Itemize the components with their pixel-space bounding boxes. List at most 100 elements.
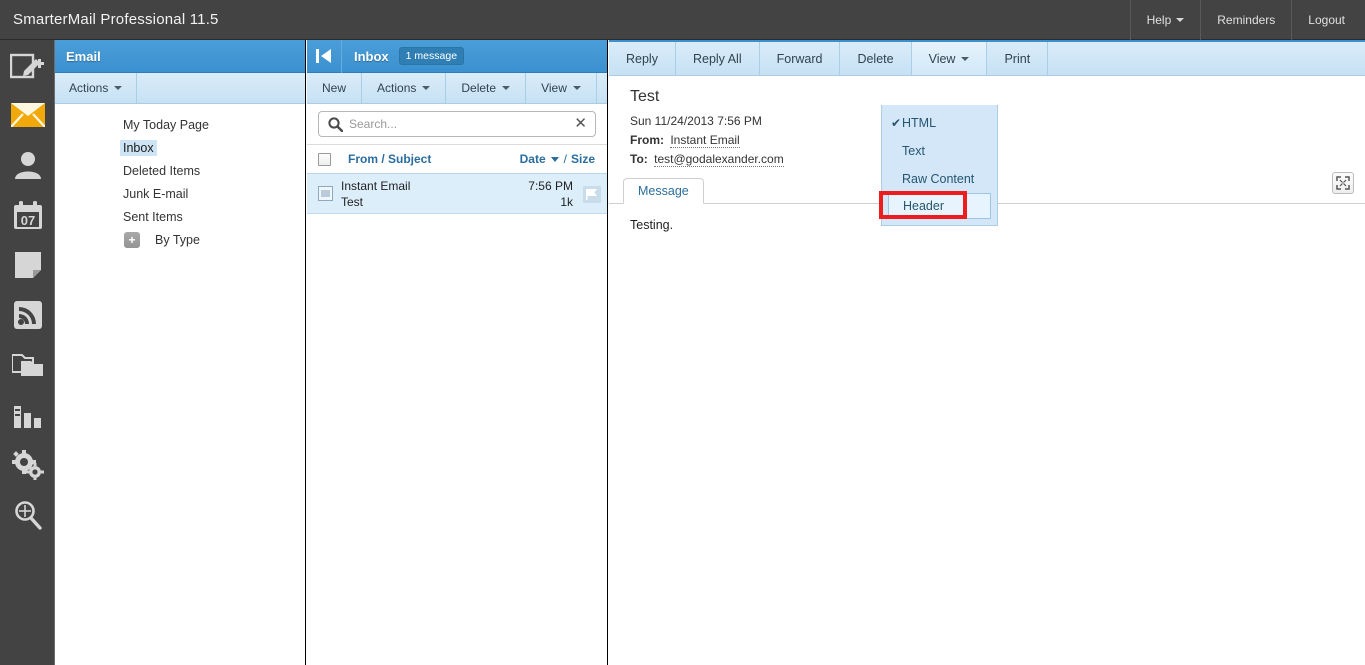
tab-message[interactable]: Message [623, 178, 704, 204]
view-menu-item-label: HTML [902, 116, 937, 130]
folder-item-by-type[interactable]: + By Type [55, 228, 305, 251]
folder-item-junk-email[interactable]: Junk E-mail [55, 182, 305, 205]
message-time: 7:56 PM [528, 179, 573, 193]
view-menu-item-text[interactable]: Text [882, 137, 997, 165]
rail-item-calendar[interactable]: 07 [0, 190, 55, 240]
delete-button[interactable]: Delete [840, 42, 912, 75]
checkmark-icon: ✔ [891, 116, 902, 130]
forward-button[interactable]: Forward [760, 42, 841, 75]
forward-button-label: Forward [776, 51, 823, 66]
view-menu-item-html[interactable]: ✔ HTML [882, 109, 997, 137]
rail-item-email[interactable] [0, 90, 55, 140]
to-label: To: [630, 152, 648, 166]
message-subject: Test [341, 195, 364, 209]
folder-item-label: By Type [155, 232, 200, 247]
search-icon [13, 500, 43, 530]
sort-descending-icon [550, 156, 559, 162]
search-icon [328, 117, 344, 137]
column-from-subject[interactable]: From / Subject [348, 152, 431, 166]
from-address[interactable]: Instant Email [670, 133, 740, 148]
select-all-checkbox[interactable] [318, 152, 331, 166]
settings-gear-icon [11, 450, 44, 480]
close-icon[interactable]: ✕ [574, 115, 587, 133]
view-menu-button[interactable]: View [911, 42, 988, 75]
rail-item-notes[interactable] [0, 240, 55, 290]
search-box[interactable]: ✕ [318, 111, 596, 137]
message-list-column-header: From / Subject Date / Size [307, 145, 607, 174]
collapse-panel-icon[interactable] [307, 39, 342, 73]
message-count-badge: 1 message [398, 47, 465, 65]
message-list-title-bar: Inbox 1 message [307, 39, 607, 73]
folder-item-label: My Today Page [123, 117, 209, 132]
app-header: SmarterMail Professional 11.5 Help Remin… [0, 0, 1365, 40]
chevron-down-icon [572, 86, 581, 90]
reply-all-button[interactable]: Reply All [676, 42, 760, 75]
reply-all-button-label: Reply All [692, 51, 742, 66]
rail-item-rss-feeds[interactable] [0, 290, 55, 340]
chevron-down-icon [1176, 18, 1185, 22]
column-size-label[interactable]: Size [571, 152, 595, 166]
reports-icon [13, 402, 43, 428]
column-date-label: Date [519, 152, 546, 166]
message-size: 1k [560, 195, 573, 209]
message-row[interactable]: Instant Email Test 7:56 PM 1k [307, 174, 607, 214]
list-view-menu[interactable]: View [526, 73, 597, 103]
message-subject-heading: Test [630, 88, 660, 105]
view-dropdown-menu: ✔ HTML Text Raw Content Header [881, 105, 998, 226]
chevron-down-icon [502, 86, 511, 90]
folder-item-inbox[interactable]: Inbox [55, 136, 305, 159]
folder-tree: My Today Page Inbox Deleted Items Junk E… [55, 104, 305, 251]
list-delete-label: Delete [461, 81, 497, 95]
rail-item-search[interactable] [0, 490, 55, 540]
reply-button[interactable]: Reply [609, 42, 676, 75]
view-menu-item-label: Header [903, 199, 944, 213]
folder-actions-label: Actions [69, 81, 109, 95]
print-button-label: Print [1004, 51, 1031, 66]
help-menu[interactable]: Help [1129, 0, 1201, 40]
message-list-toolbar: New Actions Delete View [307, 73, 607, 104]
view-menu-item-header[interactable]: Header [888, 193, 991, 219]
folder-item-my-today-page[interactable]: My Today Page [55, 113, 305, 136]
list-view-label: View [541, 81, 567, 95]
folder-item-sent-items[interactable]: Sent Items [55, 205, 305, 228]
reminders-link[interactable]: Reminders [1200, 0, 1291, 40]
reading-toolbar: Reply Reply All Forward Delete View Prin… [609, 40, 1365, 76]
read-envelope-icon[interactable] [318, 186, 333, 206]
expand-fullscreen-icon[interactable] [1332, 172, 1354, 194]
print-button[interactable]: Print [987, 42, 1049, 75]
view-menu-item-label: Text [902, 144, 925, 158]
chevron-down-icon [961, 56, 970, 61]
rail-item-contacts[interactable] [0, 140, 55, 190]
folder-item-label: Sent Items [123, 209, 183, 224]
rail-item-new-message[interactable] [0, 40, 55, 90]
to-address[interactable]: test@godalexander.com [654, 152, 784, 167]
list-actions-menu[interactable]: Actions [362, 73, 447, 103]
header-links: Help Reminders Logout [1129, 0, 1365, 40]
search-bar: ✕ [307, 104, 607, 145]
flag-icon[interactable] [583, 186, 601, 208]
rail-item-file-storage[interactable] [0, 340, 55, 390]
folder-item-label: Junk E-mail [123, 186, 189, 201]
rail-item-reports[interactable] [0, 390, 55, 440]
file-storage-icon [11, 352, 44, 378]
help-menu-label: Help [1146, 13, 1172, 27]
search-input[interactable] [319, 112, 595, 136]
folder-item-deleted-items[interactable]: Deleted Items [55, 159, 305, 182]
rail-item-settings[interactable] [0, 440, 55, 490]
new-button-label: New [322, 81, 347, 95]
calendar-icon: 07 [13, 200, 43, 230]
folder-actions-menu[interactable]: Actions [55, 73, 138, 103]
new-button[interactable]: New [307, 73, 363, 103]
chevron-down-icon [422, 86, 431, 90]
column-date-size[interactable]: Date / Size [520, 152, 595, 166]
logout-link[interactable]: Logout [1291, 0, 1365, 40]
icon-rail: 07 [0, 40, 55, 665]
message-list-panel: Inbox 1 message New Actions Delete View [307, 39, 608, 665]
view-menu-item-raw-content[interactable]: Raw Content [882, 165, 997, 193]
app-title: SmarterMail Professional 11.5 [13, 11, 219, 28]
reply-button-label: Reply [626, 51, 658, 66]
folder-panel: Email Actions My Today Page Inbox Delete… [55, 40, 306, 665]
list-delete-menu[interactable]: Delete [446, 73, 527, 103]
expand-plus-icon[interactable]: + [124, 231, 140, 248]
from-label: From: [630, 133, 664, 147]
